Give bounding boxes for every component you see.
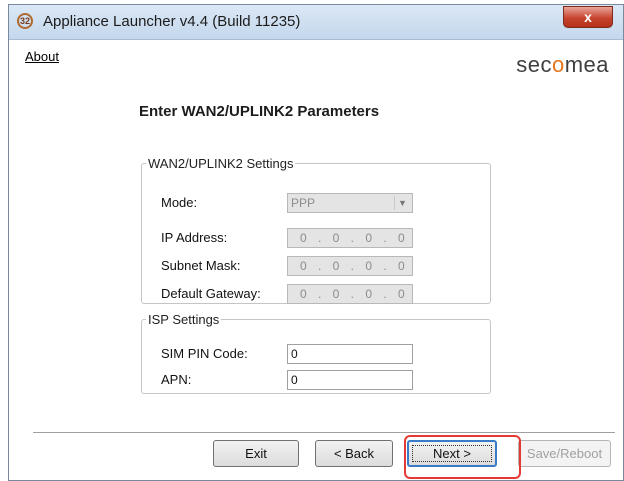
mode-label: Mode:	[161, 195, 198, 210]
isp-settings-legend: ISP Settings	[148, 312, 220, 327]
apn-label: APN:	[161, 372, 192, 387]
secomea-logo: secomea	[516, 52, 609, 77]
back-button[interactable]: < Back	[315, 440, 393, 467]
sim-pin-label: SIM PIN Code:	[161, 346, 248, 361]
sim-pin-input[interactable]: 0	[287, 344, 413, 364]
page-heading: Enter WAN2/UPLINK2 Parameters	[139, 103, 380, 120]
ip-address-label: IP Address:	[161, 230, 228, 245]
about-menu-link[interactable]: About	[25, 49, 59, 64]
wan-settings-group: WAN2/UPLINK2 Settings Mode: PPP ▼ IP Add…	[141, 156, 491, 304]
subnet-mask-label: Subnet Mask:	[161, 258, 241, 273]
wan-settings-legend: WAN2/UPLINK2 Settings	[148, 156, 294, 171]
subnet-mask-field[interactable]: 0 . 0 . 0 . 0	[287, 256, 413, 276]
window-title: Appliance Launcher v4.4 (Build 11235)	[43, 13, 301, 30]
app-logo-icon: 32	[17, 13, 35, 31]
chevron-down-icon: ▼	[394, 196, 410, 210]
default-gateway-field[interactable]: 0 . 0 . 0 . 0	[287, 284, 413, 304]
next-button-highlight	[404, 435, 521, 479]
title-bar[interactable]: 32 Appliance Launcher v4.4 (Build 11235)…	[9, 5, 623, 40]
save-reboot-button[interactable]: Save/Reboot	[518, 440, 611, 467]
isp-settings-group: ISP Settings SIM PIN Code: 0 APN: 0	[141, 312, 491, 394]
mode-select-value: PPP	[291, 196, 316, 210]
footer-divider	[33, 432, 615, 434]
apn-input[interactable]: 0	[287, 370, 413, 390]
mode-select[interactable]: PPP ▼	[287, 193, 413, 213]
exit-button[interactable]: Exit	[213, 440, 299, 467]
default-gateway-label: Default Gateway:	[161, 286, 261, 301]
close-button[interactable]: x	[563, 6, 613, 28]
app-window: 32 Appliance Launcher v4.4 (Build 11235)…	[8, 4, 624, 481]
ip-address-field[interactable]: 0 . 0 . 0 . 0	[287, 228, 413, 248]
